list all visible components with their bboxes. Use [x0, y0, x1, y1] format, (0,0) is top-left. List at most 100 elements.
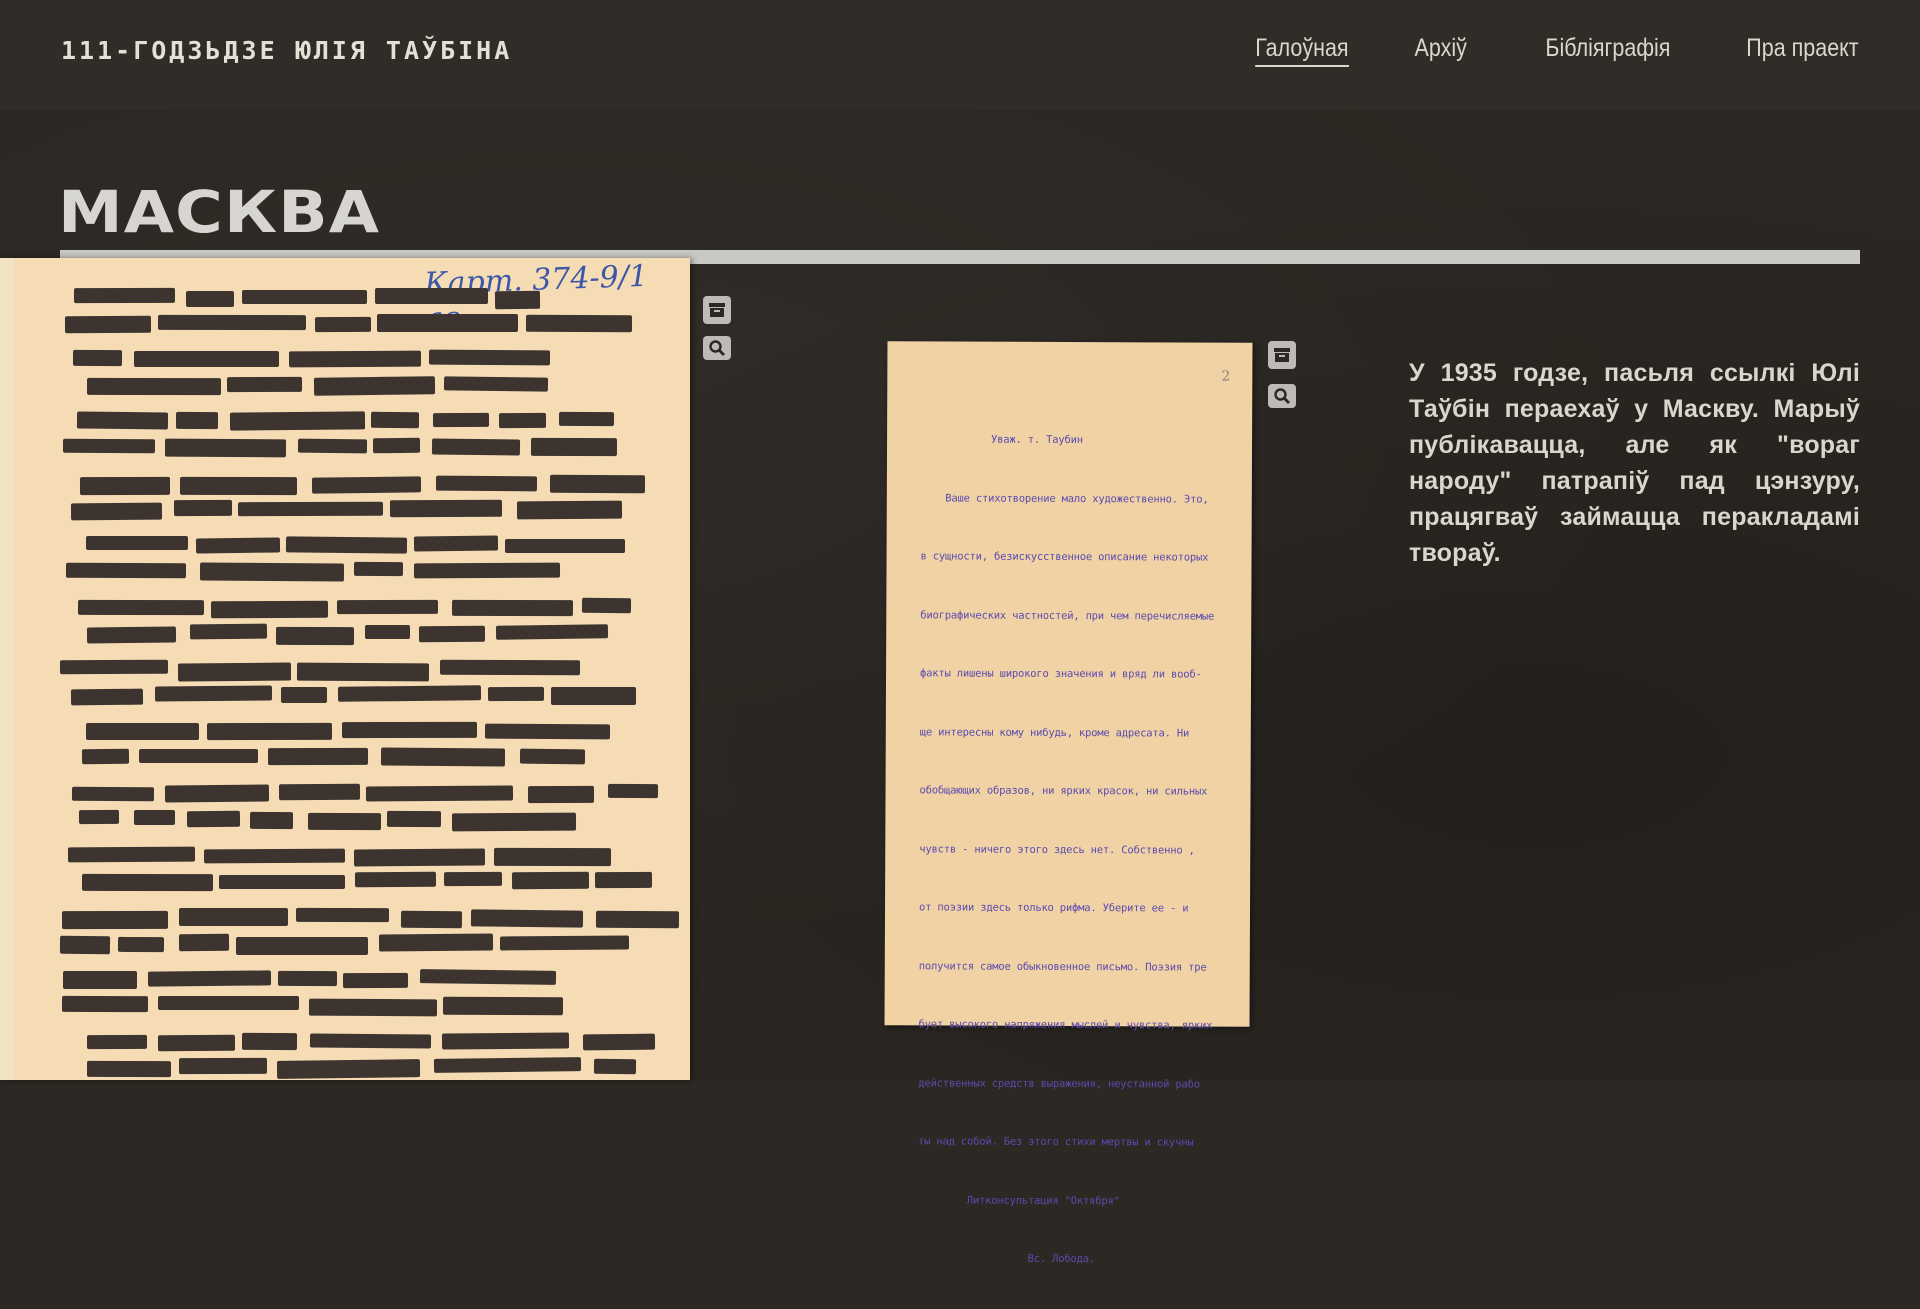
- redaction-bar: [487, 686, 545, 702]
- letter-line: Литконсультация "Октября": [917, 1193, 1120, 1207]
- redaction-bar: [139, 749, 258, 763]
- redaction-bar: [484, 723, 611, 740]
- redaction-bar: [199, 562, 345, 582]
- redaction-bar: [374, 287, 489, 305]
- redaction-bar: [288, 350, 422, 368]
- nav-item-about[interactable]: Пра праект: [1747, 34, 1859, 67]
- redaction-bar: [295, 907, 390, 923]
- letter-line: ты над собой. Без этого стихи мертвы и с…: [917, 1135, 1194, 1149]
- redaction-bar: [133, 809, 176, 826]
- redaction-bar: [439, 659, 581, 676]
- redaction-bar: [511, 871, 590, 890]
- redaction-bar: [354, 871, 437, 888]
- redaction-bar: [365, 785, 514, 802]
- redaction-bar: [413, 562, 561, 579]
- main-nav: Галоўная Архіў Бібліяграфія Пра праект: [1240, 34, 1859, 67]
- redaction-bar: [59, 935, 111, 955]
- letter-line: ще интересны кому нибудь, кроме адресата…: [919, 725, 1190, 740]
- redaction-bar: [62, 970, 138, 990]
- redaction-bar: [72, 349, 123, 367]
- section-description: У 1935 годзе, пасьля ссылкі Юлі Таўбін п…: [1409, 359, 1860, 567]
- redaction-bar: [77, 599, 205, 616]
- redaction-bar: [376, 313, 519, 333]
- redaction-bar: [494, 290, 541, 310]
- redaction-bar: [499, 935, 630, 951]
- redaction-bar: [442, 996, 564, 1016]
- redaction-bar: [353, 848, 486, 867]
- redaction-bar: [498, 412, 547, 429]
- redaction-bar: [64, 315, 152, 334]
- redaction-bar: [235, 936, 369, 956]
- redaction-bar: [79, 476, 171, 496]
- redaction-bar: [164, 438, 287, 458]
- archive-icon[interactable]: [703, 296, 731, 324]
- letter-line: факты лишены широкого значения и вряд ли…: [920, 667, 1202, 681]
- redaction-bar: [418, 625, 486, 643]
- archive-icon[interactable]: [1268, 341, 1296, 369]
- redaction-bar: [86, 377, 222, 396]
- redaction-bar: [451, 599, 574, 617]
- document-image-letter[interactable]: 2 Уваж. т. Таубин Ваше стихотворение мал…: [884, 341, 1253, 1265]
- letter-line: бует высокого напряжения мыслей и чувств…: [918, 1018, 1213, 1032]
- redaction-bar: [249, 811, 294, 830]
- redaction-bar: [308, 998, 438, 1017]
- letter-line: обобщающих образов, ни ярких красок, ни …: [919, 784, 1208, 798]
- redaction-bar: [175, 411, 219, 430]
- redaction-bar: [186, 810, 241, 828]
- redaction-bar: [314, 316, 372, 333]
- nav-item-archive[interactable]: Архіў: [1415, 34, 1467, 67]
- redaction-bar: [237, 501, 384, 517]
- redaction-bar: [607, 783, 659, 799]
- redaction-bar: [342, 972, 409, 989]
- redaction-bar: [278, 783, 361, 801]
- redaction-bar: [86, 1060, 172, 1078]
- redaction-bar: [242, 290, 367, 304]
- redaction-bar: [81, 748, 130, 765]
- redaction-bar: [309, 1033, 432, 1049]
- redaction-bar: [276, 1059, 421, 1079]
- redaction-bar: [443, 871, 503, 887]
- letter-line: биографических частностей, при чем переч…: [920, 608, 1215, 623]
- redaction-bar: [527, 785, 595, 804]
- redaction-bar: [267, 747, 369, 766]
- redaction-bar: [428, 349, 551, 366]
- redaction-bar: [61, 910, 169, 930]
- redaction-bar: [495, 624, 609, 640]
- letter-line: от поэзии здесь только рифма. Уберите ее…: [918, 901, 1189, 915]
- redaction-bar: [470, 909, 584, 928]
- redaction-bar: [516, 500, 623, 520]
- redaction-bar: [525, 314, 633, 333]
- redaction-bar: [178, 933, 230, 952]
- redaction-bar: [386, 810, 442, 828]
- redaction-bar: [203, 848, 346, 864]
- redaction-bar: [179, 476, 298, 496]
- redaction-bar: [177, 662, 292, 682]
- redaction-bar: [133, 350, 280, 368]
- redaction-bar: [86, 626, 177, 644]
- redaction-bar: [530, 437, 618, 457]
- nav-item-bibliography[interactable]: Бібліяграфія: [1545, 34, 1670, 67]
- paper-edge: [0, 258, 14, 1080]
- redaction-bar: [241, 1032, 298, 1051]
- nav-item-home[interactable]: Галоўная: [1254, 34, 1349, 67]
- search-icon[interactable]: [1268, 384, 1296, 408]
- redaction-bar: [76, 411, 169, 430]
- redaction-bar: [378, 933, 494, 952]
- search-icon[interactable]: [703, 336, 731, 360]
- redaction-bar: [65, 562, 187, 579]
- redaction-bar: [364, 624, 411, 640]
- site-header: 111-годзьдзе юлія таўбіна Галоўная Архіў…: [0, 0, 1920, 110]
- redaction-bar: [59, 659, 169, 675]
- redaction-bar: [206, 722, 333, 741]
- redaction-bar: [85, 722, 200, 741]
- redaction-bar: [451, 812, 577, 832]
- site-title[interactable]: 111-годзьдзе юлія таўбіна: [61, 36, 512, 65]
- letter-line: получится самое обыкновенное письмо. Поэ…: [918, 959, 1207, 974]
- redaction-bar: [313, 376, 436, 396]
- redaction-bar: [353, 561, 404, 577]
- redaction-bar: [157, 314, 307, 331]
- document-image-redacted[interactable]: Карт. 374-9/1 ав.: [0, 258, 690, 1080]
- redaction-bar: [78, 809, 120, 825]
- redaction-bar: [210, 600, 329, 619]
- redaction-bar: [549, 474, 646, 494]
